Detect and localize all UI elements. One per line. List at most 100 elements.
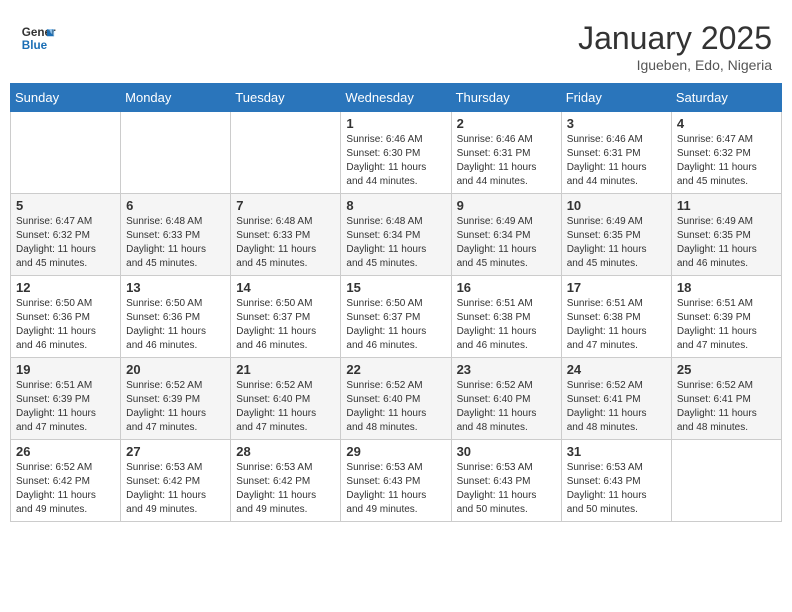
day-info: Sunrise: 6:52 AM Sunset: 6:41 PM Dayligh… xyxy=(567,379,666,435)
day-of-week-header: Saturday xyxy=(671,84,781,112)
day-info: Sunrise: 6:53 AM Sunset: 6:43 PM Dayligh… xyxy=(567,461,666,517)
day-number: 9 xyxy=(457,198,556,213)
day-number: 11 xyxy=(677,198,776,213)
calendar-day-cell: 27Sunrise: 6:53 AM Sunset: 6:42 PM Dayli… xyxy=(121,440,231,522)
page-header: General Blue January 2025 Igueben, Edo, … xyxy=(10,10,782,78)
day-info: Sunrise: 6:48 AM Sunset: 6:33 PM Dayligh… xyxy=(236,215,335,271)
day-number: 7 xyxy=(236,198,335,213)
day-info: Sunrise: 6:51 AM Sunset: 6:38 PM Dayligh… xyxy=(457,297,556,353)
day-number: 5 xyxy=(16,198,115,213)
calendar-day-cell: 15 Sunrise: 6:50 AM Sunset: 6:37 PM Dayli… xyxy=(341,276,451,358)
location-title: Igueben, Edo, Nigeria xyxy=(578,57,772,73)
day-number: 31 xyxy=(567,444,666,459)
day-info: Sunrise: 6:52 AM Sunset: 6:40 PM Dayligh… xyxy=(457,379,556,435)
day-of-week-header: Friday xyxy=(561,84,671,112)
day-number: 26 xyxy=(16,444,115,459)
day-number: 30 xyxy=(457,444,556,459)
calendar-day-cell: 10 Sunrise: 6:49 AM Sunset: 6:35 PM Dayli… xyxy=(561,194,671,276)
calendar-day-cell xyxy=(121,112,231,194)
day-number: 13 xyxy=(126,280,225,295)
calendar-week-row: 5Sunrise: 6:47 AM Sunset: 6:32 PM Daylig… xyxy=(11,194,782,276)
day-info: Sunrise: 6:46 AM Sunset: 6:31 PM Dayligh… xyxy=(457,133,556,189)
calendar-week-row: 26 Sunrise: 6:52 AM Sunset: 6:42 PM Dayli… xyxy=(11,440,782,522)
calendar-week-row: 1 Sunrise: 6:46 AM Sunset: 6:30 PM Daylig… xyxy=(11,112,782,194)
calendar-table: SundayMondayTuesdayWednesdayThursdayFrid… xyxy=(10,83,782,522)
calendar-header-row: SundayMondayTuesdayWednesdayThursdayFrid… xyxy=(11,84,782,112)
day-info: Sunrise: 6:51 AM Sunset: 6:38 PM Dayligh… xyxy=(567,297,666,353)
calendar-day-cell: 17 Sunrise: 6:51 AM Sunset: 6:38 PM Dayli… xyxy=(561,276,671,358)
day-number: 21 xyxy=(236,362,335,377)
day-info: Sunrise: 6:49 AM Sunset: 6:34 PM Dayligh… xyxy=(457,215,556,271)
calendar-day-cell: 4 Sunrise: 6:47 AM Sunset: 6:32 PM Daylig… xyxy=(671,112,781,194)
calendar-day-cell: 24 Sunrise: 6:52 AM Sunset: 6:41 PM Dayli… xyxy=(561,358,671,440)
day-info: Sunrise: 6:50 AM Sunset: 6:37 PM Dayligh… xyxy=(346,297,445,353)
logo-icon: General Blue xyxy=(20,20,56,56)
day-number: 27 xyxy=(126,444,225,459)
calendar-day-cell: 14 Sunrise: 6:50 AM Sunset: 6:37 PM Dayli… xyxy=(231,276,341,358)
day-info: Sunrise: 6:50 AM Sunset: 6:36 PM Dayligh… xyxy=(16,297,115,353)
day-of-week-header: Thursday xyxy=(451,84,561,112)
day-number: 2 xyxy=(457,116,556,131)
day-of-week-header: Sunday xyxy=(11,84,121,112)
svg-text:Blue: Blue xyxy=(22,39,48,52)
day-number: 15 xyxy=(346,280,445,295)
day-number: 29 xyxy=(346,444,445,459)
day-number: 6 xyxy=(126,198,225,213)
calendar-day-cell: 21 Sunrise: 6:52 AM Sunset: 6:40 PM Dayli… xyxy=(231,358,341,440)
calendar-day-cell: 23Sunrise: 6:52 AM Sunset: 6:40 PM Dayli… xyxy=(451,358,561,440)
day-number: 18 xyxy=(677,280,776,295)
day-info: Sunrise: 6:53 AM Sunset: 6:43 PM Dayligh… xyxy=(346,461,445,517)
day-number: 8 xyxy=(346,198,445,213)
day-number: 25 xyxy=(677,362,776,377)
day-info: Sunrise: 6:48 AM Sunset: 6:34 PM Dayligh… xyxy=(346,215,445,271)
day-info: Sunrise: 6:50 AM Sunset: 6:37 PM Dayligh… xyxy=(236,297,335,353)
day-number: 22 xyxy=(346,362,445,377)
day-info: Sunrise: 6:49 AM Sunset: 6:35 PM Dayligh… xyxy=(677,215,776,271)
day-info: Sunrise: 6:51 AM Sunset: 6:39 PM Dayligh… xyxy=(677,297,776,353)
day-of-week-header: Tuesday xyxy=(231,84,341,112)
day-number: 4 xyxy=(677,116,776,131)
calendar-day-cell: 5Sunrise: 6:47 AM Sunset: 6:32 PM Daylig… xyxy=(11,194,121,276)
calendar-day-cell: 12Sunrise: 6:50 AM Sunset: 6:36 PM Dayli… xyxy=(11,276,121,358)
day-of-week-header: Wednesday xyxy=(341,84,451,112)
day-info: Sunrise: 6:46 AM Sunset: 6:30 PM Dayligh… xyxy=(346,133,445,189)
calendar-day-cell xyxy=(231,112,341,194)
calendar-day-cell: 18 Sunrise: 6:51 AM Sunset: 6:39 PM Dayli… xyxy=(671,276,781,358)
logo: General Blue xyxy=(20,20,56,56)
day-info: Sunrise: 6:53 AM Sunset: 6:43 PM Dayligh… xyxy=(457,461,556,517)
calendar-day-cell: 22 Sunrise: 6:52 AM Sunset: 6:40 PM Dayli… xyxy=(341,358,451,440)
calendar-day-cell: 29 Sunrise: 6:53 AM Sunset: 6:43 PM Dayli… xyxy=(341,440,451,522)
day-info: Sunrise: 6:53 AM Sunset: 6:42 PM Dayligh… xyxy=(236,461,335,517)
day-info: Sunrise: 6:52 AM Sunset: 6:42 PM Dayligh… xyxy=(16,461,115,517)
calendar-day-cell: 31 Sunrise: 6:53 AM Sunset: 6:43 PM Dayli… xyxy=(561,440,671,522)
calendar-day-cell xyxy=(11,112,121,194)
day-of-week-header: Monday xyxy=(121,84,231,112)
day-number: 10 xyxy=(567,198,666,213)
day-number: 1 xyxy=(346,116,445,131)
calendar-day-cell: 9 Sunrise: 6:49 AM Sunset: 6:34 PM Daylig… xyxy=(451,194,561,276)
day-number: 16 xyxy=(457,280,556,295)
day-info: Sunrise: 6:47 AM Sunset: 6:32 PM Dayligh… xyxy=(677,133,776,189)
day-number: 19 xyxy=(16,362,115,377)
calendar-day-cell: 2 Sunrise: 6:46 AM Sunset: 6:31 PM Daylig… xyxy=(451,112,561,194)
day-info: Sunrise: 6:49 AM Sunset: 6:35 PM Dayligh… xyxy=(567,215,666,271)
day-number: 14 xyxy=(236,280,335,295)
calendar-day-cell: 6 Sunrise: 6:48 AM Sunset: 6:33 PM Daylig… xyxy=(121,194,231,276)
calendar-week-row: 19Sunrise: 6:51 AM Sunset: 6:39 PM Dayli… xyxy=(11,358,782,440)
calendar-day-cell: 16 Sunrise: 6:51 AM Sunset: 6:38 PM Dayli… xyxy=(451,276,561,358)
calendar-day-cell: 1 Sunrise: 6:46 AM Sunset: 6:30 PM Daylig… xyxy=(341,112,451,194)
calendar-day-cell: 13Sunrise: 6:50 AM Sunset: 6:36 PM Dayli… xyxy=(121,276,231,358)
calendar-day-cell: 8 Sunrise: 6:48 AM Sunset: 6:34 PM Daylig… xyxy=(341,194,451,276)
calendar-day-cell: 7 Sunrise: 6:48 AM Sunset: 6:33 PM Daylig… xyxy=(231,194,341,276)
day-number: 24 xyxy=(567,362,666,377)
day-info: Sunrise: 6:52 AM Sunset: 6:40 PM Dayligh… xyxy=(236,379,335,435)
calendar-day-cell: 25Sunrise: 6:52 AM Sunset: 6:41 PM Dayli… xyxy=(671,358,781,440)
calendar-week-row: 12Sunrise: 6:50 AM Sunset: 6:36 PM Dayli… xyxy=(11,276,782,358)
day-info: Sunrise: 6:48 AM Sunset: 6:33 PM Dayligh… xyxy=(126,215,225,271)
day-info: Sunrise: 6:46 AM Sunset: 6:31 PM Dayligh… xyxy=(567,133,666,189)
day-number: 3 xyxy=(567,116,666,131)
day-info: Sunrise: 6:52 AM Sunset: 6:40 PM Dayligh… xyxy=(346,379,445,435)
day-number: 17 xyxy=(567,280,666,295)
calendar-day-cell xyxy=(671,440,781,522)
day-number: 20 xyxy=(126,362,225,377)
